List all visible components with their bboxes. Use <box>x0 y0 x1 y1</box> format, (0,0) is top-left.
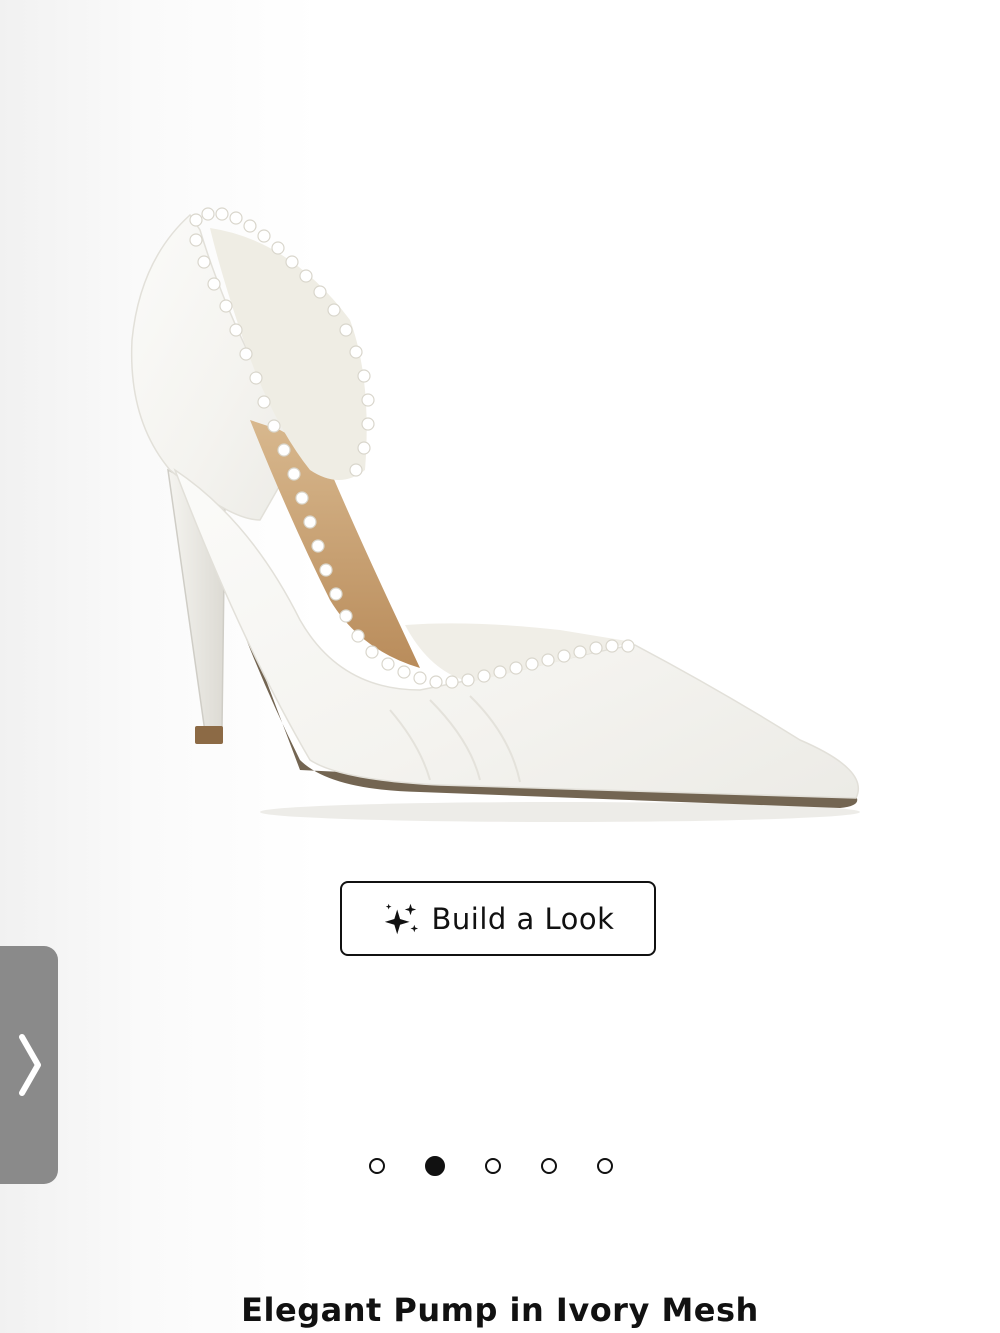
side-panel-tab[interactable] <box>0 946 58 1184</box>
build-a-look-label: Build a Look <box>431 901 615 936</box>
carousel-dot-1[interactable] <box>369 1158 385 1174</box>
carousel-dot-2-active[interactable] <box>425 1156 445 1176</box>
carousel-dot-3[interactable] <box>485 1158 501 1174</box>
chevron-right-icon <box>19 1034 41 1096</box>
carousel-pagination <box>369 1156 613 1176</box>
product-page: Build a Look Elegant Pump in Ivory Mesh <box>0 0 1000 1333</box>
product-title: Elegant Pump in Ivory Mesh <box>241 1291 759 1329</box>
product-image[interactable] <box>0 0 1000 1333</box>
carousel-dot-4[interactable] <box>541 1158 557 1174</box>
build-a-look-button[interactable]: Build a Look <box>340 881 656 956</box>
carousel-dot-5[interactable] <box>597 1158 613 1174</box>
sparkle-icon <box>384 903 418 934</box>
